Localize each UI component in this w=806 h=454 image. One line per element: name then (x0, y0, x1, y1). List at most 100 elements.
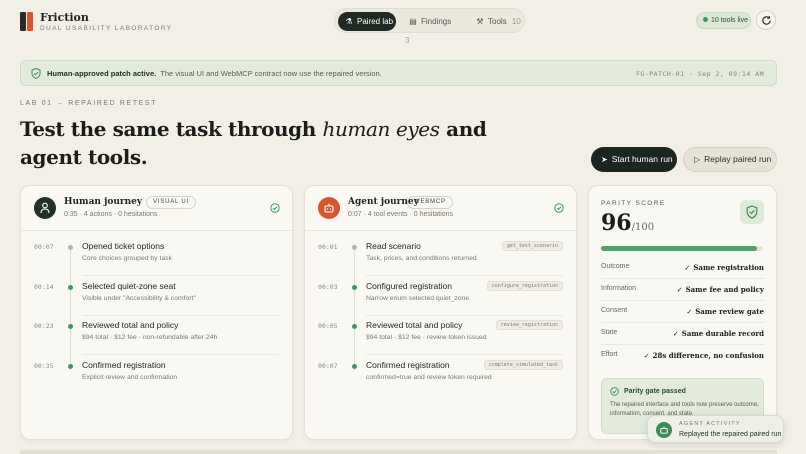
step-detail: Core choices grouped by task (82, 255, 172, 262)
headline-start: Test the same task through (20, 117, 323, 141)
step-label: Selected quiet-zone seat (82, 281, 176, 291)
tab-paired-lab[interactable]: ⚗ Paired lab (338, 12, 396, 31)
bottom-panel-edge (20, 450, 777, 454)
wrench-icon: ⚒ (476, 17, 484, 26)
person-icon (40, 202, 50, 214)
check-circle-icon (554, 203, 564, 213)
tab-count: 3 (405, 36, 410, 45)
breadcrumb: LAB 01 → REPAIRED RETEST (20, 100, 158, 107)
tools-live-badge: 10 tools live (696, 12, 751, 29)
robot-icon (324, 203, 334, 213)
tab-label: Tools (488, 17, 507, 26)
row-key: Consent (601, 307, 628, 314)
step-detail: Narrow enum selected quiet_zone (366, 295, 470, 302)
tool-chip: complete_simulated_task (483, 360, 563, 370)
step-time: 00:14 (34, 283, 54, 291)
check-icon: ✓ (686, 308, 693, 316)
row-key: Outcome (601, 263, 630, 270)
banner-message: Human-approved patch active. The visual … (47, 69, 382, 78)
webmcp-badge: WEBMCP (407, 196, 453, 209)
step-label: Opened ticket options (82, 241, 165, 251)
live-label: 10 tools live (711, 17, 748, 24)
banner-meta: FG-PATCH-01 · Sep 2, 09:14 AM (636, 70, 764, 78)
row-key: State (601, 329, 618, 336)
step-time: 00:23 (34, 322, 54, 330)
tool-chip: configure_registration (486, 281, 563, 291)
step-time: 00:01 (318, 243, 338, 251)
check-icon: ✓ (672, 330, 679, 338)
human-journey-card: Human journey VISUAL UI 0:35 · 4 actions… (20, 185, 293, 440)
nav-tabs: ⚗ Paired lab ▤ Findings 3 ⚒ Tools 10 (334, 8, 525, 45)
timeline-step: 00:01 Read scenario Task, prices, and co… (305, 240, 576, 280)
parity-row-information: Information ✓ Same fee and policy (601, 285, 764, 307)
visual-ui-badge: VISUAL UI (146, 196, 196, 209)
step-label: Reviewed total and policy (366, 320, 463, 330)
step-label: Confirmed registration (82, 360, 166, 370)
row-value: Same durable record (681, 329, 764, 338)
row-key: Effort (601, 351, 618, 358)
human-card-title: Human journey (64, 197, 143, 207)
robot-icon (656, 422, 672, 438)
replay-paired-run-button[interactable]: ▷ Replay paired run (683, 147, 777, 172)
parity-label: PARITY SCORE (601, 200, 666, 207)
agent-journey-card: Agent journey WEBMCP 0:07 · 4 tool event… (304, 185, 577, 440)
start-human-run-button[interactable]: ➤ Start human run (591, 147, 677, 172)
top-bar: Friction DUAL USABILITY LABORATORY ⚗ Pair… (0, 0, 806, 45)
row-value: Same registration (693, 263, 764, 272)
app-subtitle: DUAL USABILITY LABORATORY (40, 25, 173, 32)
score-max: /100 (631, 222, 655, 233)
tab-tools[interactable]: ⚒ Tools 10 (469, 12, 523, 31)
score-value: 96 (601, 210, 632, 236)
timeline-step: 00:35 Confirmed registration Explicit re… (21, 359, 292, 399)
step-detail: Visible under "Accessibility & comfort" (82, 295, 196, 302)
start-label: Start human run (611, 154, 673, 164)
timeline-step: 00:07 Opened ticket options Core choices… (21, 240, 292, 280)
step-label: Configured registration (366, 281, 452, 291)
step-time: 00:03 (318, 283, 338, 291)
tab-findings[interactable]: ▤ Findings 3 (402, 12, 460, 45)
step-time: 00:07 (34, 243, 54, 251)
step-time: 00:05 (318, 322, 338, 330)
toast-label: AGENT ACTIVITY (679, 421, 741, 427)
agent-activity-toast[interactable]: AGENT ACTIVITY Replayed the repaired pai… (647, 415, 784, 443)
row-value: Same fee and policy (685, 285, 764, 294)
friction-logo (20, 12, 33, 31)
step-label: Read scenario (366, 241, 421, 251)
gate-title: Parity gate passed (624, 388, 686, 395)
tab-label: Paired lab (357, 17, 394, 26)
check-circle-icon (270, 203, 280, 213)
headline-emphasis: human eyes (322, 117, 440, 141)
refresh-button[interactable] (756, 10, 776, 30)
step-detail: confirmed=true and review token required (366, 374, 492, 381)
shield-check-icon (746, 205, 758, 219)
agent-card-meta: 0:07 · 4 tool events · 0 hesitations (348, 211, 454, 218)
banner-title: Human-approved patch active. (47, 69, 157, 78)
tab-label: Findings (421, 17, 452, 26)
parity-shield (740, 200, 764, 224)
timeline-step: 00:23 Reviewed total and policy $94 tota… (21, 319, 292, 359)
timeline-step: 00:03 Configured registration Narrow enu… (305, 280, 576, 320)
check-icon: ✓ (643, 352, 650, 360)
tab-count: 10 (511, 17, 521, 26)
toast-text: Replayed the repaired paired run (679, 431, 782, 438)
step-time: 00:35 (34, 362, 54, 370)
row-value: Same review gate (695, 307, 764, 316)
step-detail: Explicit review and confirmation (82, 374, 178, 381)
step-detail: $94 total · $12 fee · review token issue… (366, 334, 487, 341)
row-value: 28s difference, no confusion (652, 351, 764, 360)
parity-progress-bar (601, 246, 763, 251)
tool-chip: review_registration (495, 320, 563, 330)
step-detail: Task, prices, and conditions returned (366, 255, 477, 262)
refresh-icon (762, 16, 771, 25)
document-icon: ▤ (409, 17, 417, 26)
parity-row-consent: Consent ✓ Same review gate (601, 307, 764, 329)
human-avatar (34, 197, 56, 219)
check-icon: ✓ (684, 264, 691, 272)
parity-row-effort: Effort ✓ 28s difference, no confusion (601, 351, 764, 373)
page-title: Test the same task through human eyes an… (20, 115, 490, 171)
patch-banner: Human-approved patch active. The visual … (20, 60, 777, 86)
timeline-step: 00:05 Reviewed total and policy $94 tota… (305, 319, 576, 359)
flask-icon: ⚗ (345, 17, 353, 26)
cursor-icon: ➤ (601, 155, 608, 164)
step-label: Reviewed total and policy (82, 320, 179, 330)
